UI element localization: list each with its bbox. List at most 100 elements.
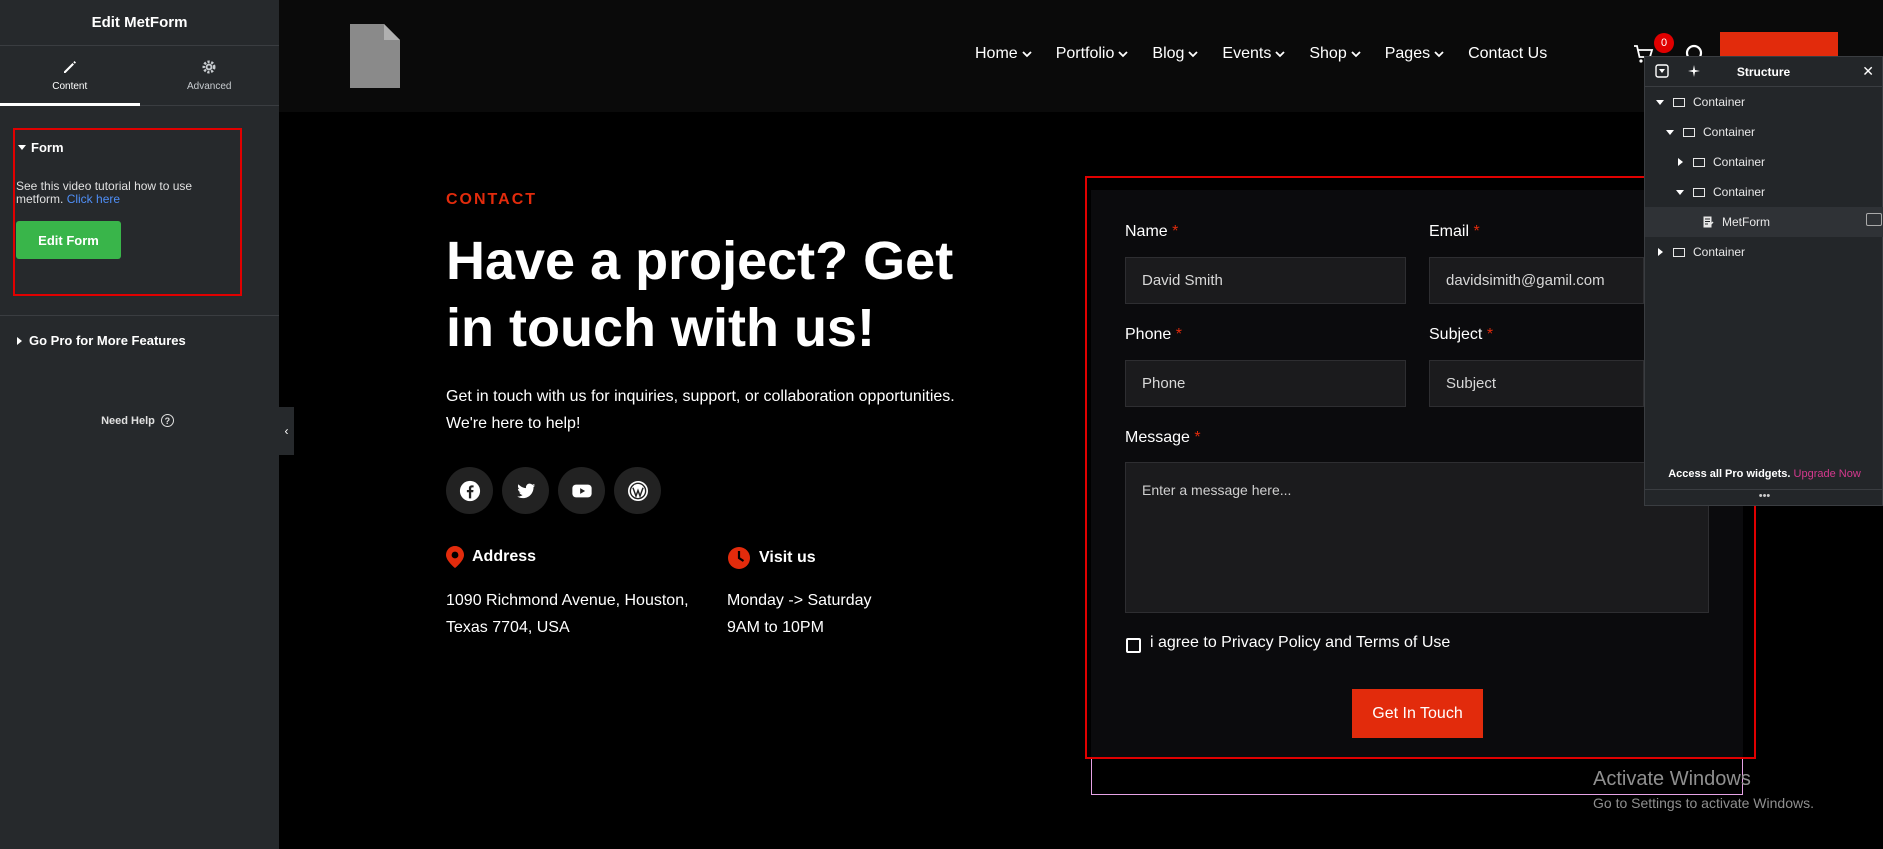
structure-row-label: Container [1693,95,1746,109]
container-icon [1683,127,1695,137]
chevron-down-icon [1188,50,1199,57]
nav-blog[interactable]: Blog [1152,45,1199,63]
form-section: Form See this video tutorial how to use … [13,128,242,296]
structure-row-label: MetForm [1722,215,1770,229]
nav-contact-us[interactable]: Contact Us [1468,45,1547,63]
panel-title: Edit MetForm [91,14,188,31]
chevron-down-icon [1022,50,1032,57]
nav-events-label: Events [1222,45,1272,62]
structure-row[interactable]: Container [1645,87,1883,117]
go-pro-section-toggle[interactable]: Go Pro for More Features [17,333,186,348]
container-icon [1693,187,1705,197]
form-section-toggle[interactable]: Form [18,140,64,155]
structure-row-label: Container [1713,155,1766,169]
youtube-icon [571,484,592,497]
caret-down-icon [1675,189,1685,195]
structure-row-label: Container [1693,245,1746,259]
twitter-icon [516,483,535,498]
wordpress-icon [627,480,648,501]
chevron-down-icon [1118,50,1129,57]
nav-pages-label: Pages [1384,45,1431,62]
caret-right-icon [1655,248,1665,256]
chevron-down-icon [1351,50,1361,57]
file-logo-icon[interactable] [350,24,400,88]
address-line-2: Texas 7704, USA [446,619,570,636]
form-widget-icon [1703,216,1714,228]
edit-form-button[interactable]: Edit Form [16,221,121,259]
close-icon[interactable]: ✕ [1862,63,1874,80]
pro-widgets-text: Access all Pro widgets. [1668,468,1791,480]
pencil-icon [63,61,76,73]
panel-tabs: Content Advanced [0,46,279,106]
tab-advanced-label: Advanced [187,81,232,92]
editor-panel: Edit MetForm Content Advanced Form See t… [0,0,279,849]
nav-shop[interactable]: Shop [1309,45,1361,63]
main-nav: Home Portfolio Blog Events Shop Pages Co… [975,45,1547,63]
nav-portfolio[interactable]: Portfolio [1056,45,1129,63]
page-headline: Have a project? Get in touch with us! [446,231,954,358]
facebook-link[interactable] [446,467,493,514]
nav-home-label: Home [975,45,1018,62]
tutorial-text: See this video tutorial how to use metfo… [16,180,231,206]
visit-time: 9AM to 10PM [727,619,824,636]
caret-right-icon [17,336,22,345]
upgrade-now-link[interactable]: Upgrade Now [1794,468,1861,480]
structure-title: Structure [1736,64,1791,79]
nav-pages[interactable]: Pages [1385,45,1444,63]
youtube-link[interactable] [558,467,605,514]
structure-row-label: Container [1713,185,1766,199]
clock-icon [728,547,750,569]
panel-collapse-handle[interactable]: ‹ [279,407,294,455]
caret-down-icon [1665,129,1675,135]
help-icon: ? [160,414,174,427]
nav-contact-us-label: Contact Us [1468,45,1548,62]
facebook-icon [459,480,480,501]
activate-windows-subtitle: Go to Settings to activate Windows. [1593,795,1814,811]
map-pin-icon [446,546,464,568]
gear-icon [202,60,216,74]
contact-eyebrow: CONTACT [446,191,538,208]
address-text: 1090 Richmond Avenue, Houston, Texas 770… [446,587,689,641]
visit-days: Monday -> Saturday [727,592,872,609]
nav-home[interactable]: Home [975,45,1032,63]
caret-down-icon [1655,99,1665,105]
more-dots-icon[interactable]: ••• [1645,489,1883,502]
nav-shop-label: Shop [1309,45,1347,62]
intro-text: Get in touch with us for inquiries, supp… [446,388,955,432]
structure-row[interactable]: Container [1645,117,1883,147]
structure-row-selected[interactable]: MetForm [1645,207,1883,237]
structure-panel: Structure ✕ Container Container Containe… [1644,56,1883,506]
visit-heading: Visit us [727,546,816,570]
container-icon [1673,97,1685,107]
need-help-link[interactable]: Need Help ? [0,414,275,427]
structure-row-label: Container [1703,125,1756,139]
structure-row[interactable]: Container [1645,147,1883,177]
structure-footer: Access all Pro widgets. Upgrade Now [1645,468,1883,480]
social-links [446,467,661,514]
visit-hours: Monday -> Saturday 9AM to 10PM [727,587,872,641]
caret-down-icon [18,145,26,150]
address-heading: Address [446,546,536,568]
chevron-down-icon [1275,50,1285,57]
cart-count-badge: 0 [1654,33,1674,53]
nav-events[interactable]: Events [1222,45,1285,63]
tab-advanced[interactable]: Advanced [140,46,280,105]
wordpress-link[interactable] [614,467,661,514]
click-here-link[interactable]: Click here [67,192,120,206]
edit-tag-icon[interactable] [1866,213,1882,226]
tab-content-label: Content [52,81,88,92]
twitter-link[interactable] [502,467,549,514]
structure-row[interactable]: Container [1645,237,1883,267]
container-icon [1673,247,1685,257]
caret-right-icon [1675,158,1685,166]
nav-portfolio-label: Portfolio [1055,45,1115,62]
structure-row[interactable]: Container [1645,177,1883,207]
form-section-title: Form [31,140,64,155]
chevron-down-icon [1434,50,1444,57]
need-help-label: Need Help [101,414,155,427]
panel-divider [0,315,279,316]
container-icon [1693,157,1705,167]
tab-content[interactable]: Content [0,46,140,106]
go-pro-label: Go Pro for More Features [29,333,186,348]
address-label: Address [472,548,537,565]
